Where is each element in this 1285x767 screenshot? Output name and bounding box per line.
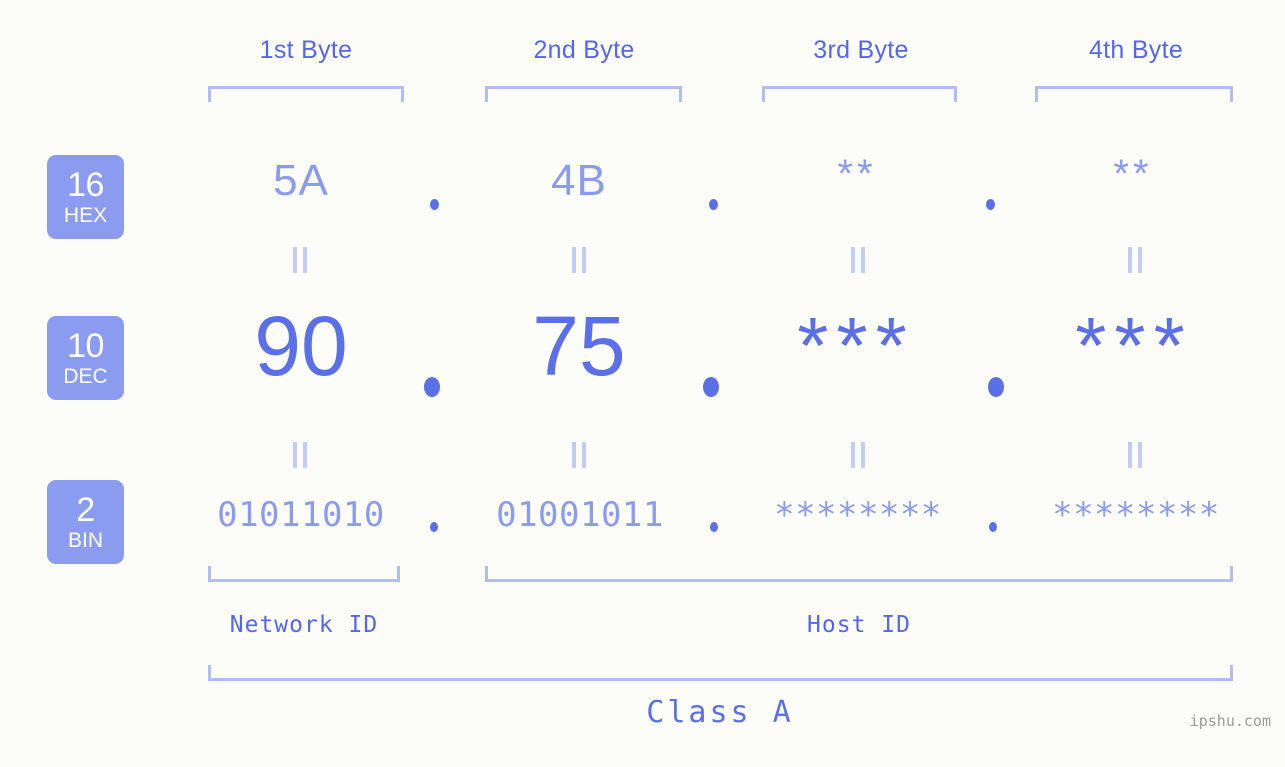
equals-connector-dec-bin-2 [572, 442, 587, 468]
host-id-bracket [485, 566, 1233, 582]
dec-separator-dot-3 [988, 377, 1004, 397]
byte-header-2-label: 2nd Byte [533, 36, 635, 64]
network-id-caption: Network ID [204, 612, 404, 638]
byte-header-3: 3rd Byte [761, 36, 961, 65]
radix-badge-hex-number: 16 [67, 166, 104, 204]
dec-separator-dot-2 [703, 377, 719, 397]
hex-byte-2-value: 4B [551, 156, 607, 205]
radix-badge-bin: 2 BIN [47, 480, 124, 564]
network-id-bracket [208, 566, 400, 582]
radix-badge-dec-system: DEC [63, 365, 108, 388]
byte-header-2: 2nd Byte [484, 36, 684, 65]
byte-header-1: 1st Byte [206, 36, 406, 65]
dec-byte-2-value: 75 [532, 299, 626, 393]
hex-separator-dot-3 [986, 199, 995, 210]
bin-separator-dot-1 [430, 522, 438, 532]
dec-byte-1-value: 90 [254, 299, 348, 393]
radix-badge-hex: 16 HEX [47, 155, 124, 239]
equals-connector-dec-bin-3 [851, 442, 866, 468]
network-id-label: Network ID [229, 612, 379, 638]
bin-byte-1-value: 01011010 [217, 495, 385, 535]
hex-separator-dot-2 [709, 199, 718, 210]
equals-connector-dec-bin-4 [1128, 442, 1143, 468]
byte-bracket-1 [208, 86, 404, 102]
bin-separator-dot-3 [989, 522, 997, 532]
site-watermark: ipshu.com [1189, 712, 1271, 730]
byte-header-3-label: 3rd Byte [813, 36, 909, 64]
byte-header-4: 4th Byte [1036, 36, 1236, 65]
radix-badge-dec-number: 10 [67, 327, 104, 365]
equals-connector-dec-bin-1 [293, 442, 308, 468]
dec-byte-3-value: *** [797, 301, 915, 390]
byte-bracket-3 [762, 86, 957, 102]
byte-bracket-2 [485, 86, 682, 102]
class-bracket [208, 665, 1233, 681]
hex-byte-1-value: 5A [273, 156, 329, 205]
byte-bracket-4 [1035, 86, 1233, 102]
equals-connector-hex-dec-4 [1128, 247, 1143, 273]
bin-separator-dot-2 [710, 522, 718, 532]
radix-badge-bin-number: 2 [76, 491, 95, 529]
radix-badge-bin-system: BIN [67, 529, 103, 552]
hex-byte-3-value: ** [837, 152, 877, 196]
host-id-caption: Host ID [759, 612, 959, 638]
host-id-label: Host ID [807, 612, 911, 638]
bin-byte-4-value: ******** [1052, 495, 1220, 535]
byte-header-1-label: 1st Byte [259, 36, 353, 64]
radix-badge-hex-system: HEX [63, 204, 108, 227]
equals-connector-hex-dec-2 [572, 247, 587, 273]
bin-byte-3-value: ******** [774, 495, 942, 535]
class-caption: Class A [520, 695, 920, 730]
radix-badge-dec: 10 DEC [47, 316, 124, 400]
dec-byte-4-value: *** [1075, 301, 1193, 390]
ip-byte-breakdown-diagram: 1st Byte 2nd Byte 3rd Byte 4th Byte 16 H… [0, 0, 1285, 767]
bin-byte-2-value: 01001011 [496, 495, 664, 535]
equals-connector-hex-dec-1 [293, 247, 308, 273]
hex-byte-4-value: ** [1113, 152, 1153, 196]
class-label: Class A [646, 695, 794, 730]
equals-connector-hex-dec-3 [851, 247, 866, 273]
hex-separator-dot-1 [430, 199, 439, 210]
byte-header-4-label: 4th Byte [1088, 36, 1184, 64]
dec-separator-dot-1 [424, 377, 440, 397]
